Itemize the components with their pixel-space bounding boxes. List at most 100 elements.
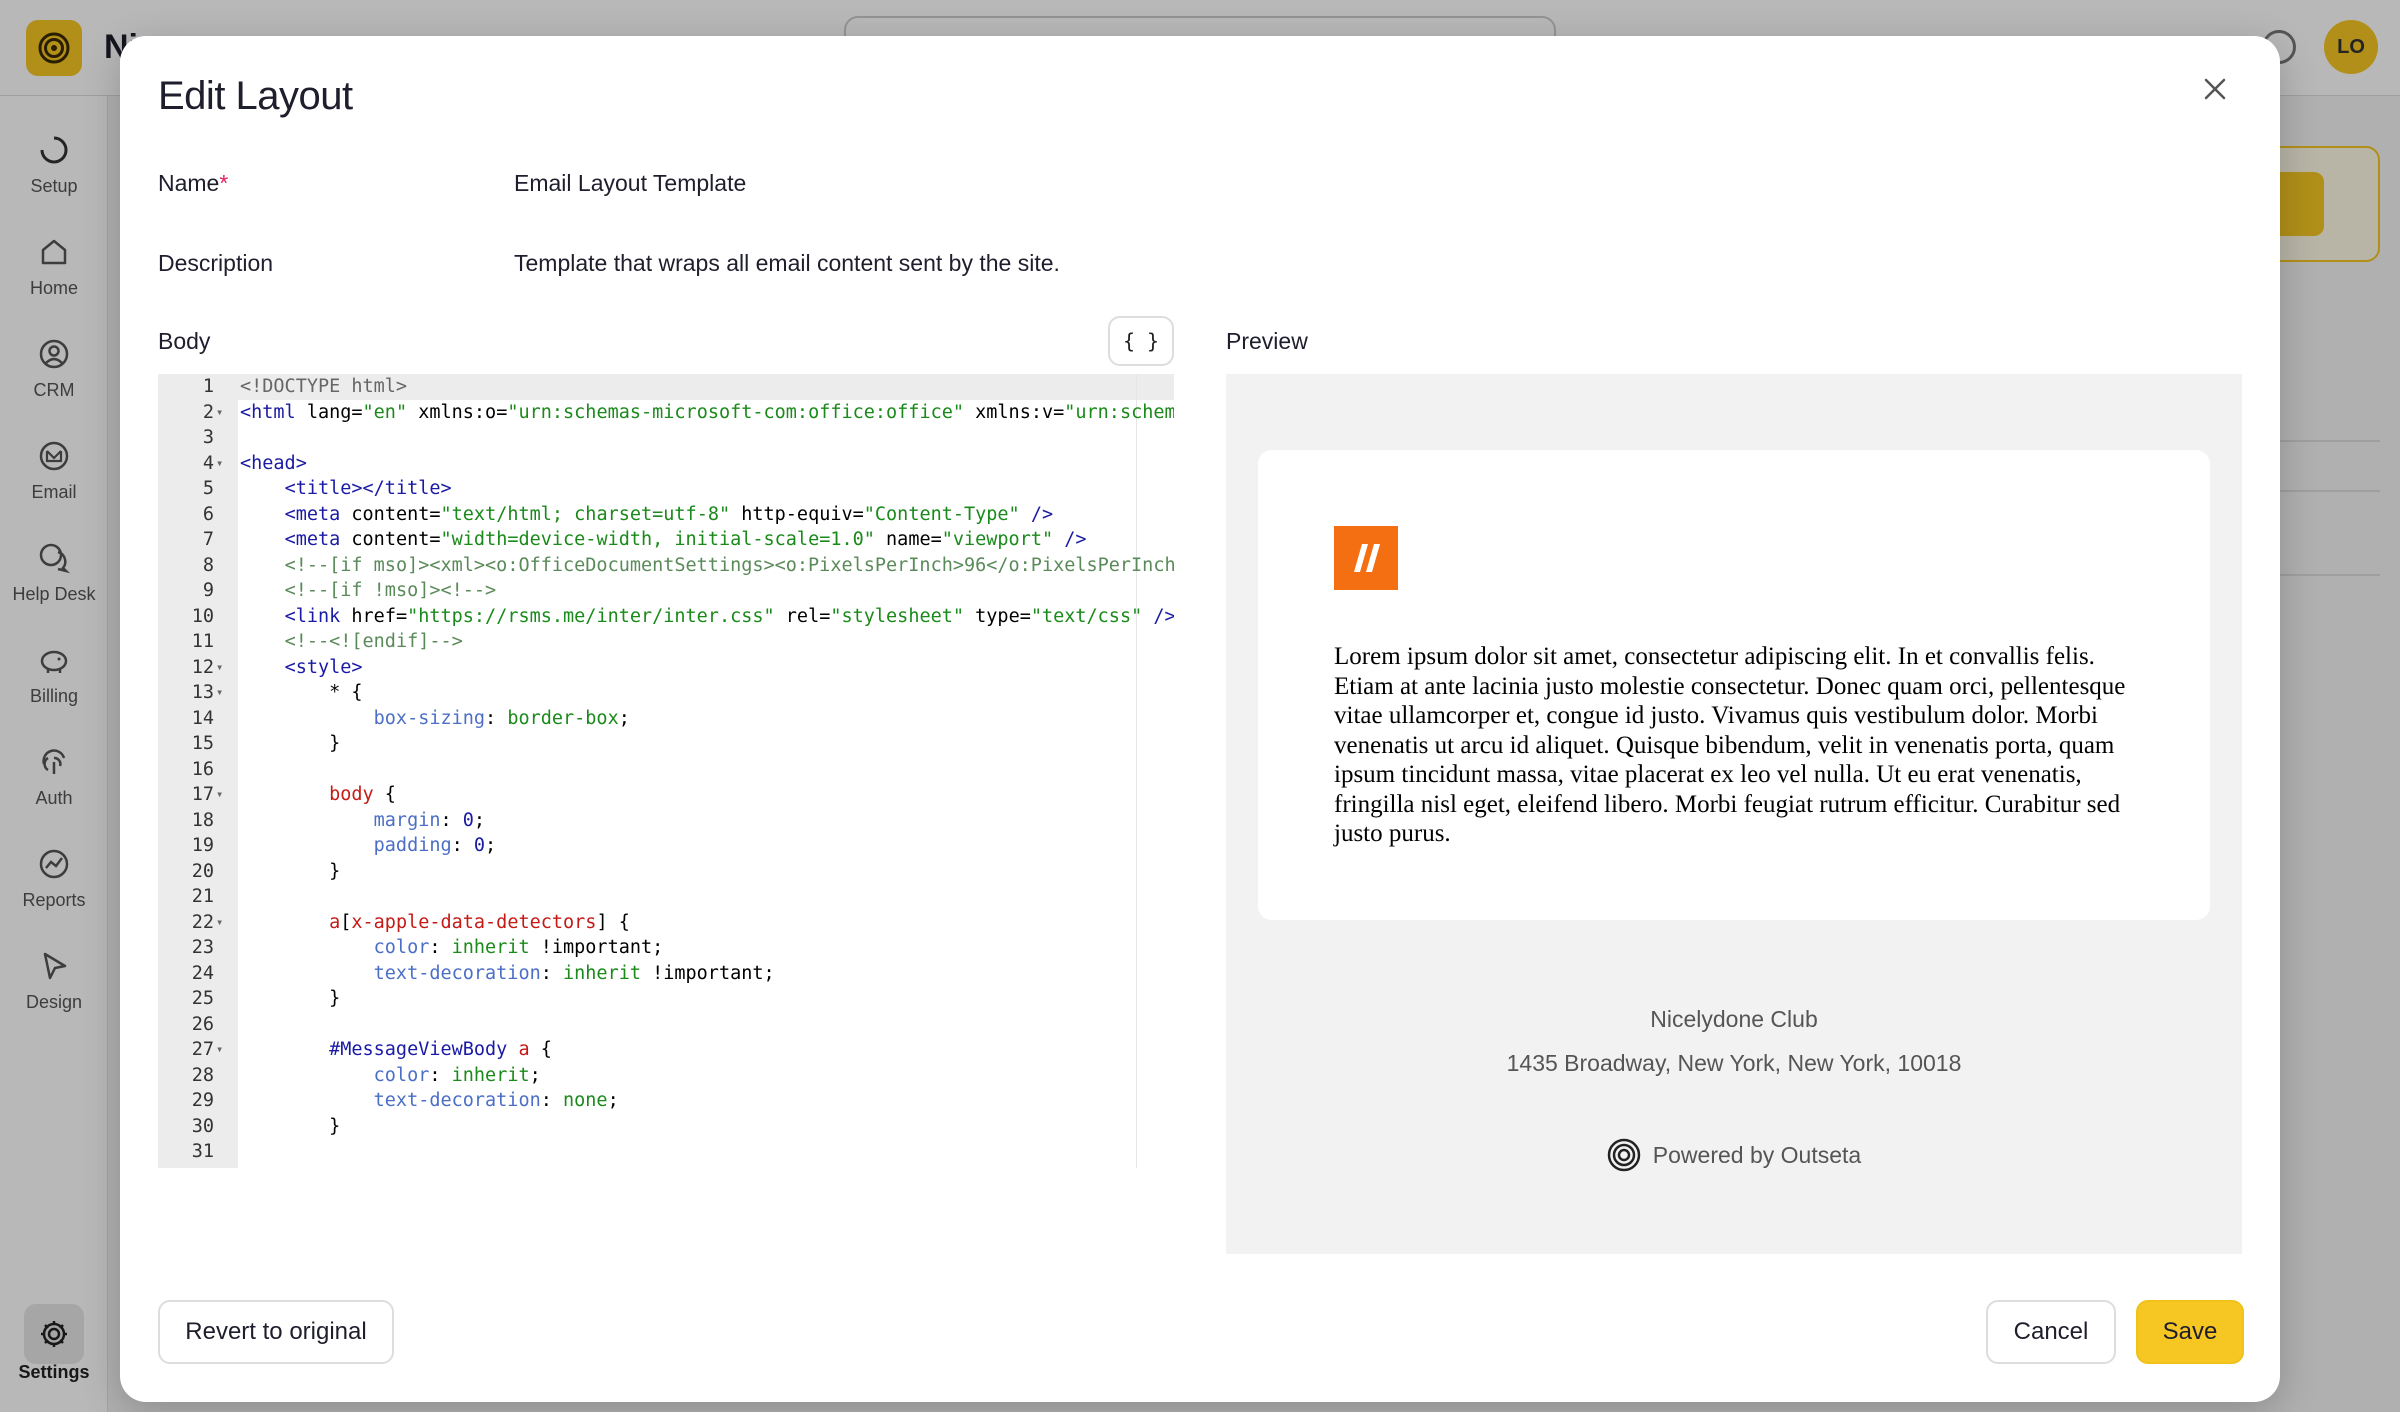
code-line[interactable]: 27 ▾ #MessageViewBody a { <box>158 1037 1174 1063</box>
code-line[interactable]: 16 <box>158 757 1174 783</box>
code-text: a[x-apple-data-detectors] { <box>329 911 630 933</box>
fold-toggle-icon[interactable]: ▾ <box>216 400 230 426</box>
code-line[interactable]: 26 <box>158 1012 1174 1038</box>
code-line[interactable]: 7 <meta content="width=device-width, ini… <box>158 527 1174 553</box>
cancel-button[interactable]: Cancel <box>1986 1300 2116 1364</box>
fold-toggle-icon[interactable]: ▾ <box>216 1037 230 1063</box>
required-mark: * <box>219 170 229 196</box>
name-label: Name* <box>158 170 229 196</box>
code-text: color: inherit !important; <box>373 937 664 958</box>
code-line[interactable]: 11 <!--<![endif]--> <box>158 629 1174 655</box>
code-text: <link href="https://rsms.me/inter/inter.… <box>284 605 1174 627</box>
line-number: 17 <box>191 784 214 805</box>
close-icon[interactable] <box>2200 74 2230 104</box>
line-number: 26 <box>191 1013 214 1035</box>
outseta-logo-icon <box>1607 1138 1641 1172</box>
code-line[interactable]: 4 ▾ <head> <box>158 451 1174 477</box>
preview-body-text: Lorem ipsum dolor sit amet, consectetur … <box>1334 643 2126 847</box>
line-number: 30 <box>191 1115 214 1137</box>
code-line[interactable]: 20 } <box>158 859 1174 885</box>
code-line[interactable]: 25 } <box>158 986 1174 1012</box>
line-number: 23 <box>191 937 214 958</box>
powered-by-label: Powered by Outseta <box>1652 1141 1862 1168</box>
line-number: 5 <box>202 478 214 499</box>
code-line[interactable]: 30 } <box>158 1114 1174 1140</box>
line-number: 9 <box>202 580 214 601</box>
code-editor[interactable]: 1 <!DOCTYPE html> 2 ▾ <html lang="en" xmlns:… <box>158 374 1174 1168</box>
code-line[interactable]: 1 <!DOCTYPE html> <box>158 374 1174 400</box>
name-field[interactable]: Email Layout Template <box>514 170 746 197</box>
line-number: 3 <box>202 427 214 448</box>
code-text: <!--<![endif]--> <box>284 631 463 652</box>
code-line[interactable]: 17 ▾ body { <box>158 782 1174 808</box>
line-number: 6 <box>202 503 214 525</box>
code-line[interactable]: 22 ▾ a[x-apple-data-detectors] { <box>158 910 1174 936</box>
line-number: 11 <box>191 631 214 652</box>
save-button[interactable]: Save <box>2136 1300 2244 1364</box>
code-line[interactable]: 3 <box>158 425 1174 451</box>
line-number: 4 <box>202 452 214 474</box>
code-line[interactable]: 8 <!--[if mso]><xml><o:OfficeDocumentSet… <box>158 553 1174 579</box>
code-text: margin: 0; <box>373 809 486 831</box>
preview-label: Preview <box>1226 328 1308 354</box>
edit-layout-modal: Edit Layout Name* Email Layout Template … <box>120 36 2280 1402</box>
line-number: 32 <box>158 1165 214 1169</box>
code-line[interactable]: 13 ▾ * { <box>158 680 1174 706</box>
line-number: 29 <box>191 1090 214 1111</box>
code-line[interactable]: 15 } <box>158 731 1174 757</box>
email-preview: Lorem ipsum dolor sit amet, consectetur … <box>1226 374 2242 1254</box>
line-number: 24 <box>191 962 214 984</box>
format-code-button[interactable]: { } <box>1108 316 1174 366</box>
code-text: text-decoration: inherit !important; <box>373 962 775 984</box>
code-line[interactable]: 31 <box>158 1139 1174 1165</box>
fold-toggle-icon[interactable]: ▾ <box>216 910 230 936</box>
code-line[interactable]: 24 text-decoration: inherit !important; <box>158 961 1174 987</box>
line-number: 19 <box>191 835 214 856</box>
revert-to-original-button[interactable]: Revert to original <box>158 1300 394 1364</box>
code-text: body { <box>329 784 396 805</box>
code-line[interactable]: 14 box-sizing: border-box; <box>158 706 1174 732</box>
code-text: <html lang="en" xmlns:o="urn:schemas-mic… <box>240 401 1174 423</box>
code-line[interactable]: 6 <meta content="text/html; charset=utf-… <box>158 502 1174 528</box>
code-line[interactable]: 21 <box>158 884 1174 910</box>
code-text: } <box>240 988 341 1009</box>
line-number: 28 <box>191 1064 214 1086</box>
code-text: <meta content="text/html; charset=utf-8"… <box>284 503 1054 525</box>
fold-toggle-icon[interactable]: ▾ <box>216 451 230 477</box>
code-line[interactable]: 2 ▾ <html lang="en" xmlns:o="urn:schemas-m… <box>158 400 1174 426</box>
line-number: 25 <box>191 988 214 1009</box>
powered-by[interactable]: Powered by Outseta <box>1226 1138 2242 1172</box>
code-text: } <box>240 860 341 882</box>
modal-title: Edit Layout <box>158 74 353 118</box>
description-field[interactable]: Template that wraps all email content se… <box>514 250 1060 277</box>
line-number: 16 <box>191 758 214 780</box>
line-number: 15 <box>191 733 214 754</box>
code-line[interactable]: 5 <title></title> <box>158 476 1174 502</box>
code-line[interactable]: 19 padding: 0; <box>158 833 1174 859</box>
code-text: text-decoration: none; <box>373 1090 619 1111</box>
code-text: <meta content="width=device-width, initi… <box>284 529 1087 550</box>
code-text: } <box>240 1115 341 1137</box>
fold-toggle-icon[interactable]: ▾ <box>216 782 230 808</box>
code-line[interactable]: 29 text-decoration: none; <box>158 1088 1174 1114</box>
code-text: <title></title> <box>284 478 452 499</box>
code-text: #MessageViewBody a { <box>329 1039 552 1060</box>
preview-card: Lorem ipsum dolor sit amet, consectetur … <box>1258 450 2210 920</box>
code-line[interactable]: 23 color: inherit !important; <box>158 935 1174 961</box>
code-text: padding: 0; <box>373 835 497 856</box>
fold-toggle-icon[interactable]: ▾ <box>216 680 230 706</box>
code-text: } <box>240 733 341 754</box>
code-line[interactable]: 32 p { <box>158 1165 1174 1169</box>
code-text: <head> <box>240 452 307 474</box>
code-line[interactable]: 28 color: inherit; <box>158 1063 1174 1089</box>
fold-toggle-icon[interactable]: ▾ <box>216 655 230 681</box>
preview-org-address: 1435 Broadway, New York, New York, 10018 <box>1506 1050 1962 1076</box>
line-number: 8 <box>202 554 214 576</box>
code-line[interactable]: 9 <!--[if !mso]><!--> <box>158 578 1174 604</box>
body-label: Body <box>158 328 211 354</box>
code-text: * { <box>240 682 363 703</box>
code-text: box-sizing: border-box; <box>373 707 630 729</box>
code-line[interactable]: 12 ▾ <style> <box>158 655 1174 681</box>
code-line[interactable]: 10 <link href="https://rsms.me/inter/int… <box>158 604 1174 630</box>
code-line[interactable]: 18 margin: 0; <box>158 808 1174 834</box>
